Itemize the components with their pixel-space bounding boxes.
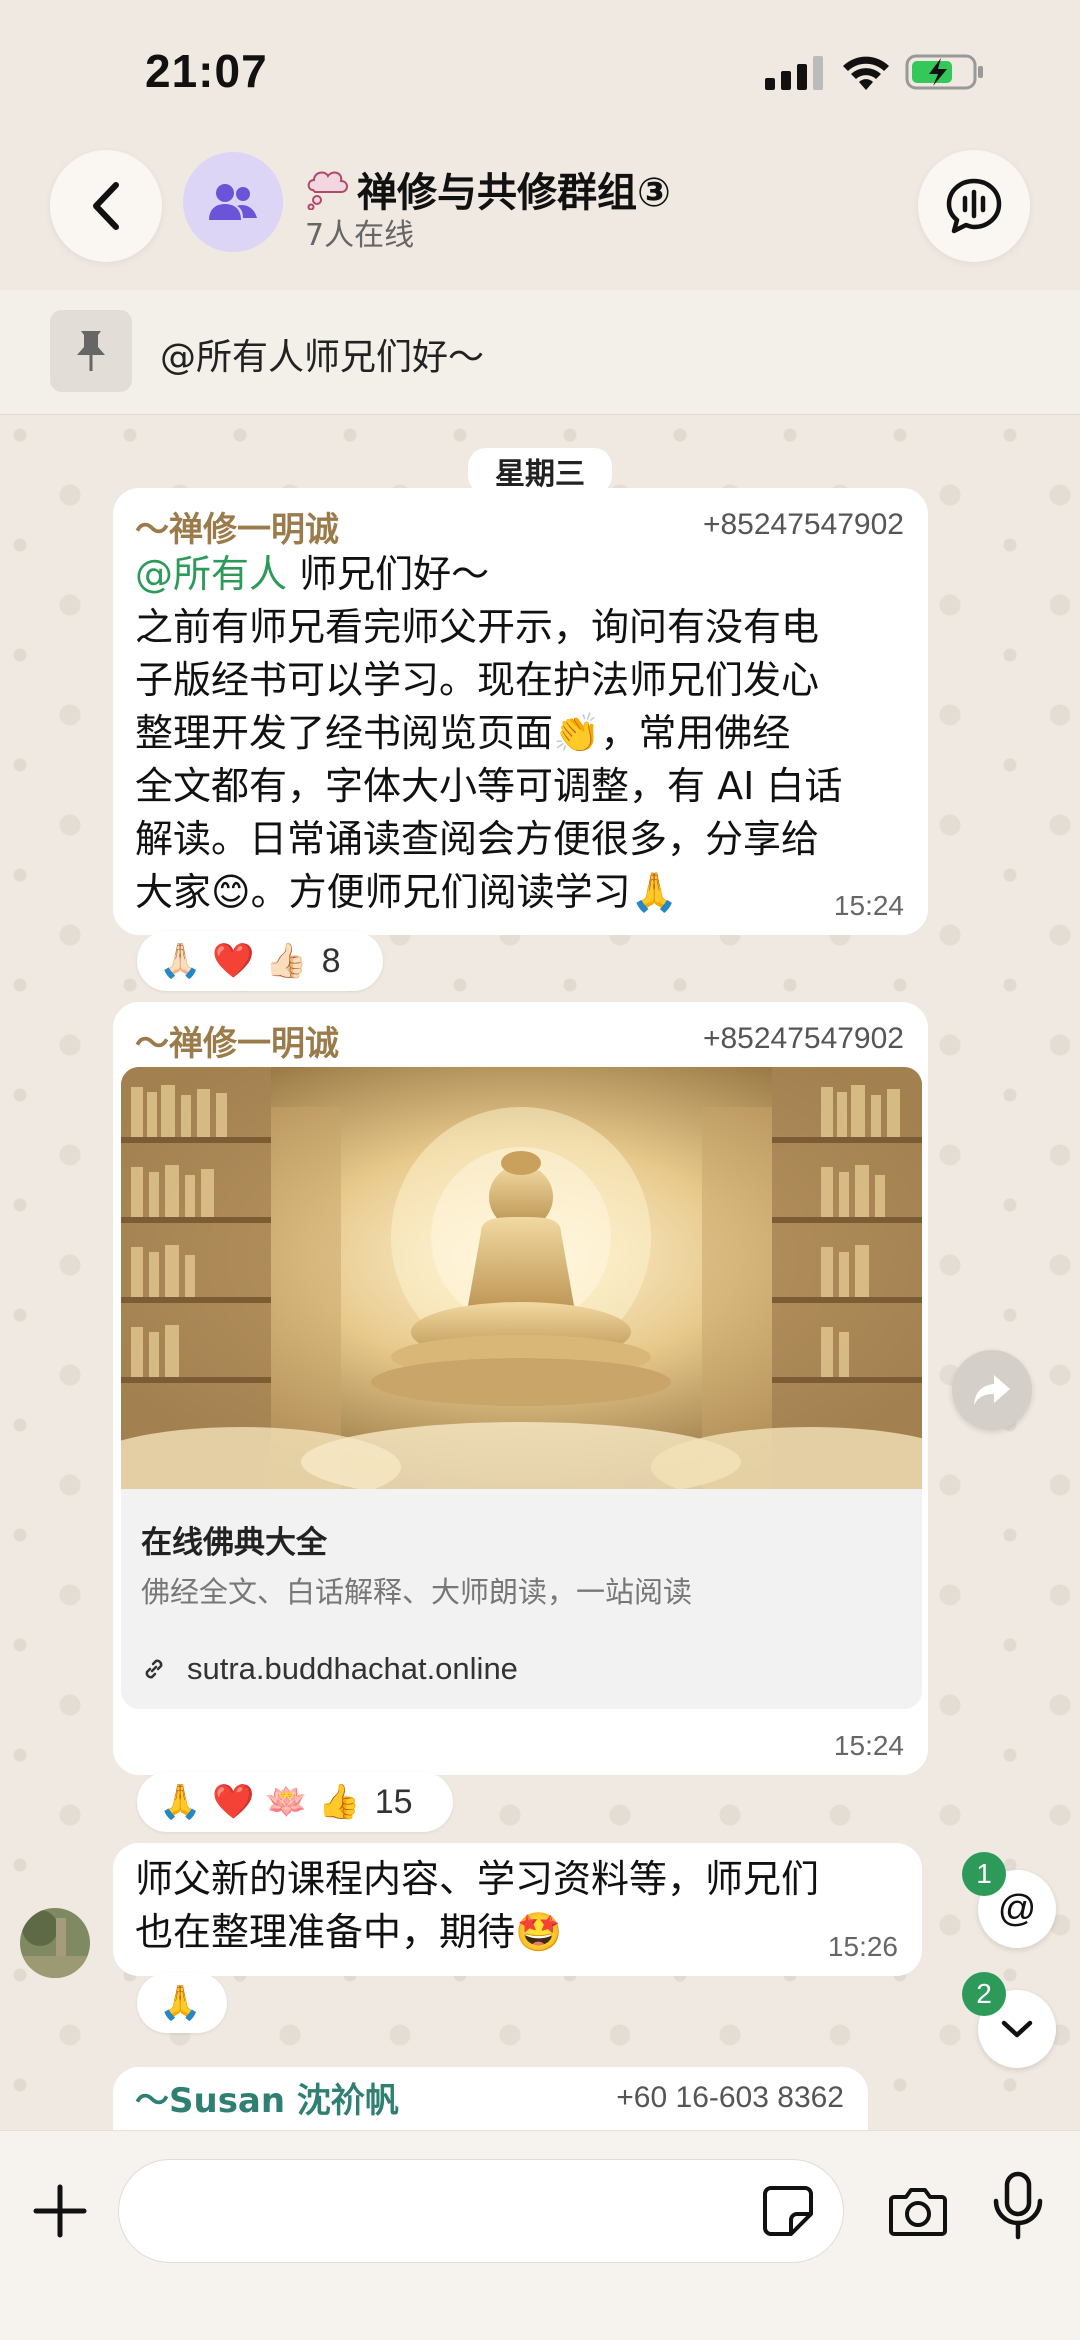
- sender-avatar[interactable]: [20, 1908, 90, 1978]
- message-line: 师父新的课程内容、学习资料等，师兄们: [135, 1857, 820, 1901]
- sender-phone: +60 16-603 8362: [616, 2081, 844, 2114]
- message-line: 大家😊。方便师兄们阅读学习🙏: [135, 870, 678, 914]
- link-url-text: sutra.buddhachat.online: [187, 1651, 518, 1686]
- message-sender[interactable]: ～禅修一明诚: [135, 502, 339, 551]
- reaction-count: 15: [374, 1782, 413, 1821]
- link-url[interactable]: sutra.buddhachat.online: [141, 1651, 518, 1687]
- message-sender[interactable]: ～禅修一明诚: [135, 1016, 339, 1065]
- pinned-message-bar[interactable]: @所有人师兄们好～: [0, 290, 1080, 415]
- online-count: 7人在线: [305, 218, 415, 253]
- message-reactions[interactable]: 🙏 ❤️ 🪷 👍 15: [137, 1772, 453, 1832]
- reaction-emojis: 🙏 ❤️ 🪷 👍: [159, 1782, 361, 1822]
- message-line: 整理开发了经书阅览页面👏，常用佛经: [135, 711, 791, 755]
- cellular-signal-icon: [765, 56, 823, 90]
- message-line: 之前有师兄看完师父开示，询问有没有电: [135, 605, 820, 649]
- message-sender[interactable]: ～Susan 沈祄帆: [135, 2073, 399, 2122]
- sender-phone: +85247547902: [702, 508, 904, 541]
- link-icon: [145, 1659, 163, 1679]
- message-input[interactable]: [118, 2159, 844, 2263]
- pin-icon: [77, 331, 105, 371]
- voice-chat-icon: [946, 178, 1002, 234]
- message-text: 师父新的课程内容、学习资料等，师兄们 也在整理准备中，期待🤩: [135, 1853, 925, 1959]
- avatar-photo: [20, 1908, 90, 1978]
- link-preview-image[interactable]: [121, 1067, 922, 1489]
- reaction-emojis: 🙏: [159, 1983, 202, 2023]
- group-avatar[interactable]: [183, 152, 283, 252]
- greeting-text: 师兄们好～: [287, 552, 490, 596]
- pin-badge: [50, 310, 132, 392]
- message-bubble-4[interactable]: ～Susan 沈祄帆 +60 16-603 8362: [113, 2067, 868, 2130]
- link-description: 佛经全文、白话解释、大师朗读，一站阅读: [141, 1575, 693, 1609]
- message-line: 子版经书可以学习。现在护法师兄们发心: [135, 658, 820, 702]
- cloud-bubble-icon: [307, 171, 348, 210]
- camera-icon[interactable]: [888, 2181, 948, 2241]
- battery-icon: [905, 54, 983, 90]
- wifi-icon: [843, 56, 889, 90]
- message-line-greeting: @所有人 师兄们好～: [135, 548, 925, 601]
- back-button[interactable]: [50, 150, 162, 262]
- message-bubble-3[interactable]: 师父新的课程内容、学习资料等，师兄们 也在整理准备中，期待🤩 15:26: [113, 1843, 922, 1976]
- plus-icon[interactable]: [28, 2179, 92, 2243]
- link-title: 在线佛典大全: [141, 1525, 327, 1561]
- forward-button[interactable]: [952, 1350, 1032, 1430]
- voice-chat-button[interactable]: [918, 150, 1030, 262]
- status-bar: 21:07: [0, 0, 1080, 140]
- message-reactions[interactable]: 🙏🏻 ❤️ 👍🏻 8: [137, 931, 383, 991]
- unread-count-badge: 2: [962, 1972, 1006, 2016]
- message-time: 15:24: [833, 1730, 904, 1761]
- mention-all[interactable]: @所有人: [135, 552, 287, 596]
- message-text: @所有人 师兄们好～ 之前有师兄看完师父开示，询问有没有电 子版经书可以学习。现…: [135, 548, 925, 919]
- message-reactions[interactable]: 🙏: [137, 1973, 227, 2033]
- mention-label: @: [997, 1887, 1037, 1930]
- back-icon: [93, 182, 119, 230]
- sticker-icon[interactable]: [761, 2184, 815, 2238]
- sender-phone: +85247547902: [702, 1022, 904, 1055]
- reaction-emojis: 🙏🏻 ❤️ 👍🏻: [159, 941, 308, 981]
- message-time: 15:26: [827, 1931, 898, 1962]
- reaction-count: 8: [321, 941, 341, 980]
- link-preview-card[interactable]: 在线佛典大全 佛经全文、白话解释、大师朗读，一站阅读 sutra.buddhac…: [121, 1067, 922, 1709]
- message-bubble-1[interactable]: ～禅修一明诚 +85247547902 @所有人 师兄们好～ 之前有师兄看完师父…: [113, 488, 928, 935]
- chat-header: 禅修与共修群组③ 7人在线: [0, 140, 1080, 280]
- status-time: 21:07: [145, 45, 268, 97]
- buddha-image: [121, 1067, 922, 1489]
- mention-count-badge: 1: [962, 1852, 1006, 1896]
- message-line: 全文都有，字体大小等可调整，有 AI 白话: [135, 764, 843, 808]
- message-line: 也在整理准备中，期待🤩: [135, 1910, 563, 1954]
- pinned-text: @所有人师兄们好～: [160, 337, 485, 378]
- chevron-down-icon: [1001, 2020, 1033, 2038]
- group-icon: [209, 184, 257, 220]
- forward-icon: [974, 1375, 1010, 1405]
- message-composer: [0, 2130, 1080, 2340]
- message-line: 解读。日常诵读查阅会方便很多，分享给: [135, 817, 820, 861]
- message-time: 15:24: [833, 890, 904, 921]
- microphone-icon[interactable]: [990, 2171, 1046, 2241]
